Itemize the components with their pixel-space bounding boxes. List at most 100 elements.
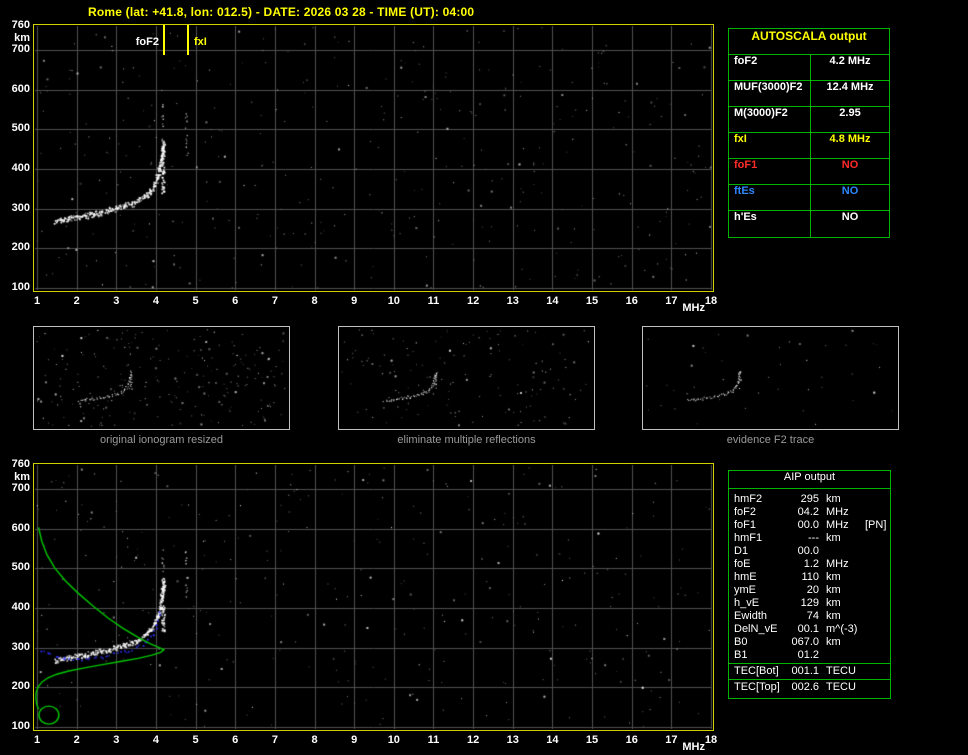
aip-row-unit: km [826,532,841,544]
bottom-ionogram-canvas [34,464,713,730]
x-tick-label: 7 [271,295,278,307]
aip-table-title: AIP output [729,471,890,489]
top-ionogram-panel: foF2 fxI [33,24,714,292]
aip-row-extra [865,558,890,571]
aip-row-value: 1.2 [803,558,819,570]
y-tick-label: 760 [11,458,30,470]
autoscala-row-value: NO [841,185,859,197]
aip-row-label: Ewidth [734,610,768,622]
aip-row-label: TEC[Bot] [734,665,779,677]
y-tick-label: 300 [11,201,30,214]
aip-row-label: hmE [734,571,757,583]
aip-row-extra [865,545,890,558]
aip-table-row: TEC[Top] 002.6 TECU [729,681,890,694]
y-tick-label: 500 [11,561,30,574]
x-tick-label: 13 [506,295,519,307]
thumb-evidence-f2 [642,326,899,430]
aip-row-extra [865,493,890,506]
autoscala-row-label: foF1 [729,159,811,184]
autoscala-row-value: 4.8 MHz [829,133,871,145]
autoscala-table-row: foF2 4.2 MHz [729,55,889,81]
aip-row-value: 74 [806,610,819,622]
x-tick-label: 4 [152,295,159,307]
aip-row-label: h_vE [734,597,760,609]
top-ionogram-canvas [34,25,713,291]
autoscala-row-value: NO [841,159,859,171]
x-tick-label: 17 [665,734,678,746]
aip-row-label: D1 [734,545,749,557]
aip-row-extra [865,610,890,623]
aip-table-row: Ewidth 74 km [729,610,890,623]
y-tick-label: 400 [11,600,30,613]
aip-table-row: DelN_vE 00.1 m^(-3) [729,623,890,636]
x-tick-label: 10 [387,734,400,746]
autoscala-row-value: 4.2 MHz [829,55,871,67]
aip-row-extra [865,571,890,584]
aip-row-label: foF1 [734,519,757,531]
aip-row-value: 00.1 [797,623,819,635]
autoscala-row-value: NO [841,211,859,223]
x-tick-label: 6 [232,295,239,307]
x-tick-label: 5 [192,734,199,746]
autoscala-table-row: MUF(3000)F2 12.4 MHz [729,81,889,107]
aip-row-label: B0 [734,636,748,648]
aip-row-extra [865,649,890,662]
aip-table-row: hmE 110 km [729,571,890,584]
x-tick-label: 13 [506,734,519,746]
aip-row-unit: km [826,610,841,622]
aip-row-value: 067.0 [791,636,819,648]
autoscala-row-label: foF2 [729,55,811,80]
aip-table-row: foF1 00.0 MHz [PN] [729,519,890,532]
aip-row-label: TEC[Top] [734,681,780,693]
aip-row-value: 129 [800,597,819,609]
autoscala-table-title: AUTOSCALA output [729,29,889,55]
aip-output-table: AIP output hmF2 295 km foF2 04.2 MHz foF1 00.0 M… [728,470,891,699]
y-tick-label: 760 [11,19,30,31]
header-title: Rome (lat: +41.8, lon: 012.5) - DATE: 20… [88,5,475,19]
aip-row-value: 00.0 [797,545,819,557]
aip-row-value: 001.1 [791,665,819,677]
aip-table-row: hmF2 295 km [729,493,890,506]
aip-row-value: 01.2 [797,649,819,661]
x-tick-label: 8 [311,734,318,746]
aip-table-body: hmF2 295 km foF2 04.2 MHz foF1 00.0 MHz [PN] hmF1 -… [729,493,890,694]
fof2-marker-label: foF2 [135,36,159,48]
aip-table-row: h_vE 129 km [729,597,890,610]
aip-row-extra [865,636,890,649]
x-tick-label: 3 [113,295,120,307]
y-tick-label: 200 [11,241,30,254]
aip-table-row: foE 1.2 MHz [729,558,890,571]
x-tick-label: 2 [73,295,80,307]
fxi-marker-label: fxI [194,36,207,48]
autoscala-row-value: 12.4 MHz [826,81,874,93]
aip-row-extra: [PN] [865,519,887,531]
aip-row-unit: km [826,584,841,596]
y-tick-label: 700 [11,42,30,55]
aip-row-unit: MHz [826,506,849,518]
autoscala-table-row: M(3000)F2 2.95 [729,107,889,133]
aip-row-value: 295 [800,493,819,505]
aip-row-label: ymE [734,584,756,596]
aip-row-label: foE [734,558,751,570]
aip-row-value: 002.6 [791,681,819,693]
fof2-marker-line [163,25,165,55]
autoscala-row-label: fxI [729,133,811,158]
aip-row-label: hmF2 [734,493,763,505]
aip-row-extra [865,597,890,610]
aip-row-unit: km [826,571,841,583]
y-tick-label: 100 [11,720,30,732]
x-tick-label: 15 [585,295,599,307]
x-tick-label: 4 [152,734,159,746]
bottom-ionogram-panel [33,463,714,731]
aip-row-value: 20 [806,584,819,596]
y-tick-label: 100 [11,281,30,293]
x-tick-label: 3 [113,734,120,746]
aip-table-separator [729,663,890,664]
aip-table-row: TEC[Bot] 001.1 TECU [729,665,890,678]
x-tick-label: 2 [73,734,80,746]
aip-row-label: DelN_vE [734,623,778,635]
thumb-caption-original: original ionogram resized [100,434,223,446]
y-tick-label: 600 [11,82,30,95]
x-tick-label: 12 [466,734,480,746]
aip-table-row: foF2 04.2 MHz [729,506,890,519]
